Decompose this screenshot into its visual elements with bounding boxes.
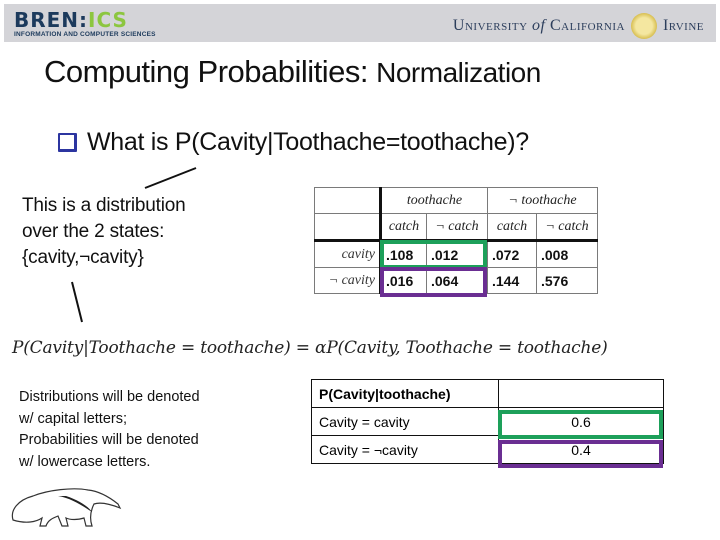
header-not-catch: ¬ catch: [426, 213, 488, 242]
conditional-header: P(Cavity|toothache): [311, 379, 499, 408]
bullet-question: What is P(Cavity|Toothache=toothache)?: [58, 128, 529, 157]
notation-note: Distributions will be denoted w/ capital…: [19, 389, 200, 470]
row-label-cavity: cavity: [314, 240, 381, 268]
normalization-formula: P(Cavity|Toothache = toothache) = αP(Cav…: [12, 338, 608, 358]
header-banner: BREN:ICS INFORMATION AND COMPUTER SCIENC…: [4, 4, 716, 42]
uci-name: University of California: [452, 17, 625, 34]
header-not-catch: ¬ catch: [536, 213, 598, 242]
header-not-toothache: ¬ toothache: [487, 187, 598, 214]
uci-logo: University of California Irvine: [453, 13, 704, 39]
logo-subtitle: INFORMATION AND COMPUTER SCIENCES: [14, 31, 156, 38]
bren-ics-logo: BREN:ICS INFORMATION AND COMPUTER SCIENC…: [14, 10, 156, 38]
cell-value: .576: [536, 267, 598, 294]
header-toothache: toothache: [379, 187, 488, 214]
cell-value: .144: [487, 267, 537, 294]
header-catch: catch: [487, 213, 537, 242]
uci-seal-icon: [630, 13, 657, 39]
cavity-highlight-box: [380, 240, 487, 269]
arrow-to-formula: [71, 281, 83, 323]
cell-value: .072: [487, 240, 537, 268]
cavity-result-highlight-box: [498, 410, 663, 439]
arrow-to-question: [144, 167, 197, 189]
logo-text-bren: BREN:: [14, 8, 89, 32]
square-bullet-icon: [58, 133, 77, 152]
not-cavity-result-highlight-box: [498, 440, 663, 468]
anteater-mascot-icon: [11, 488, 122, 527]
logo-text-ics: ICS: [88, 8, 128, 32]
bullet-text: What is P(Cavity|Toothache=toothache)?: [87, 128, 529, 156]
cell-value: .008: [536, 240, 598, 268]
header-catch: catch: [379, 213, 427, 242]
not-cavity-highlight-box: [380, 267, 487, 297]
row-label: Cavity = cavity: [311, 407, 499, 436]
row-label: Cavity = ¬cavity: [311, 435, 499, 464]
slide-title: Computing Probabilities: Normalization: [44, 54, 541, 89]
distribution-note: This is a distribution over the 2 states…: [22, 195, 186, 268]
row-label-not-cavity: ¬ cavity: [314, 267, 381, 294]
corner-cell: [314, 187, 381, 214]
uci-irvine: Irvine: [662, 17, 704, 34]
